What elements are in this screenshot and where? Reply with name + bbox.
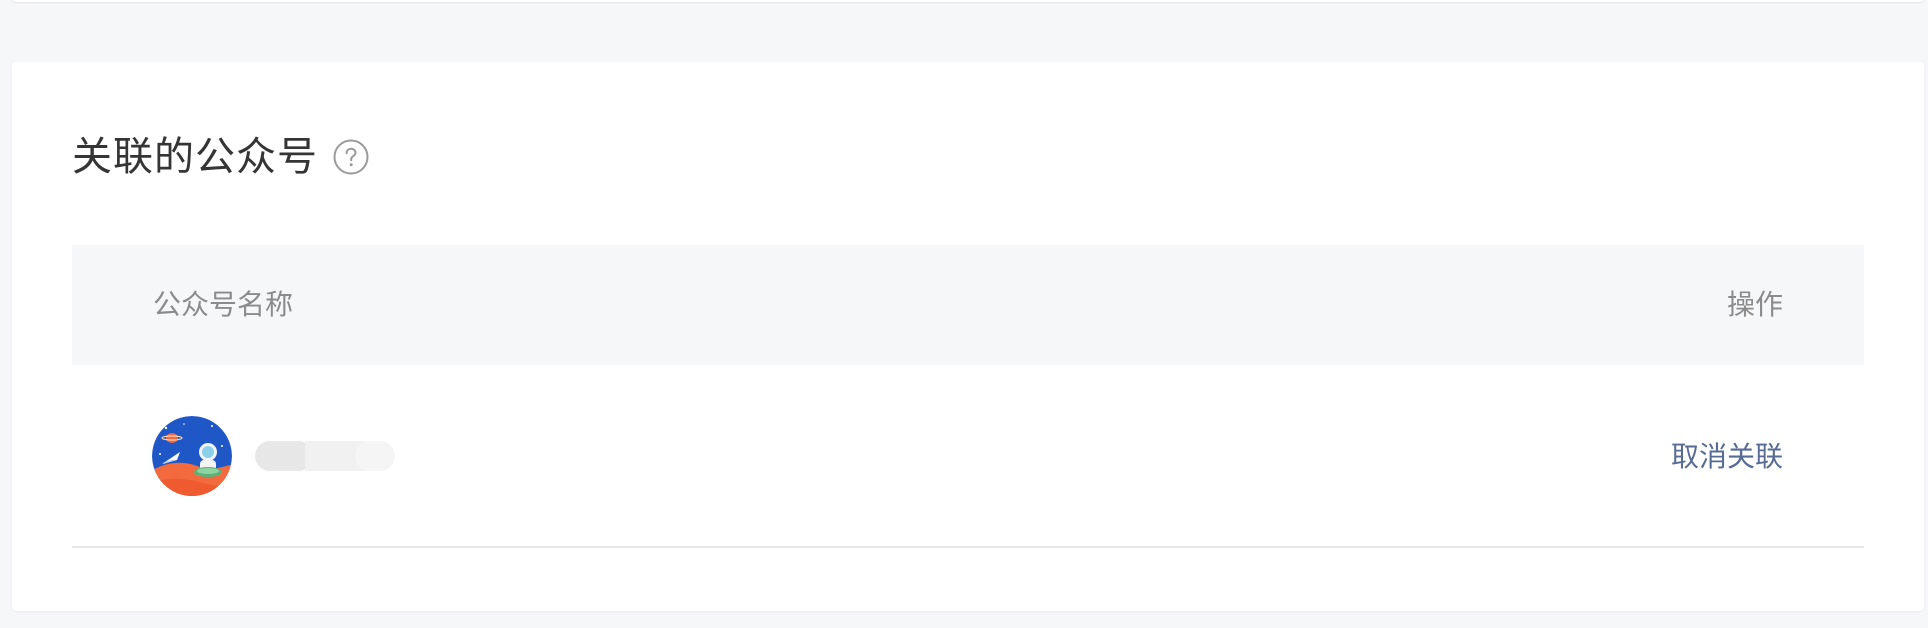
unlink-button[interactable]: 取消关联 — [1671, 365, 1783, 548]
account-name — [255, 441, 398, 471]
account-avatar — [152, 416, 232, 496]
section-title: 关联的公众号 — [72, 134, 318, 180]
redaction-mask — [355, 441, 395, 471]
linked-accounts-table: 公众号名称 操作 取消关联 — [72, 245, 1864, 548]
question-circle-icon[interactable] — [333, 139, 369, 175]
section-header: 关联的公众号 — [72, 129, 369, 185]
previous-card-edge — [12, 0, 1924, 2]
table-row: 取消关联 — [72, 365, 1864, 548]
linked-accounts-card: 关联的公众号 公众号名称 操作 取消关联 — [12, 62, 1924, 611]
table-header: 公众号名称 操作 — [72, 245, 1864, 365]
column-header-operation: 操作 — [1726, 288, 1783, 321]
column-header-name: 公众号名称 — [153, 288, 294, 321]
